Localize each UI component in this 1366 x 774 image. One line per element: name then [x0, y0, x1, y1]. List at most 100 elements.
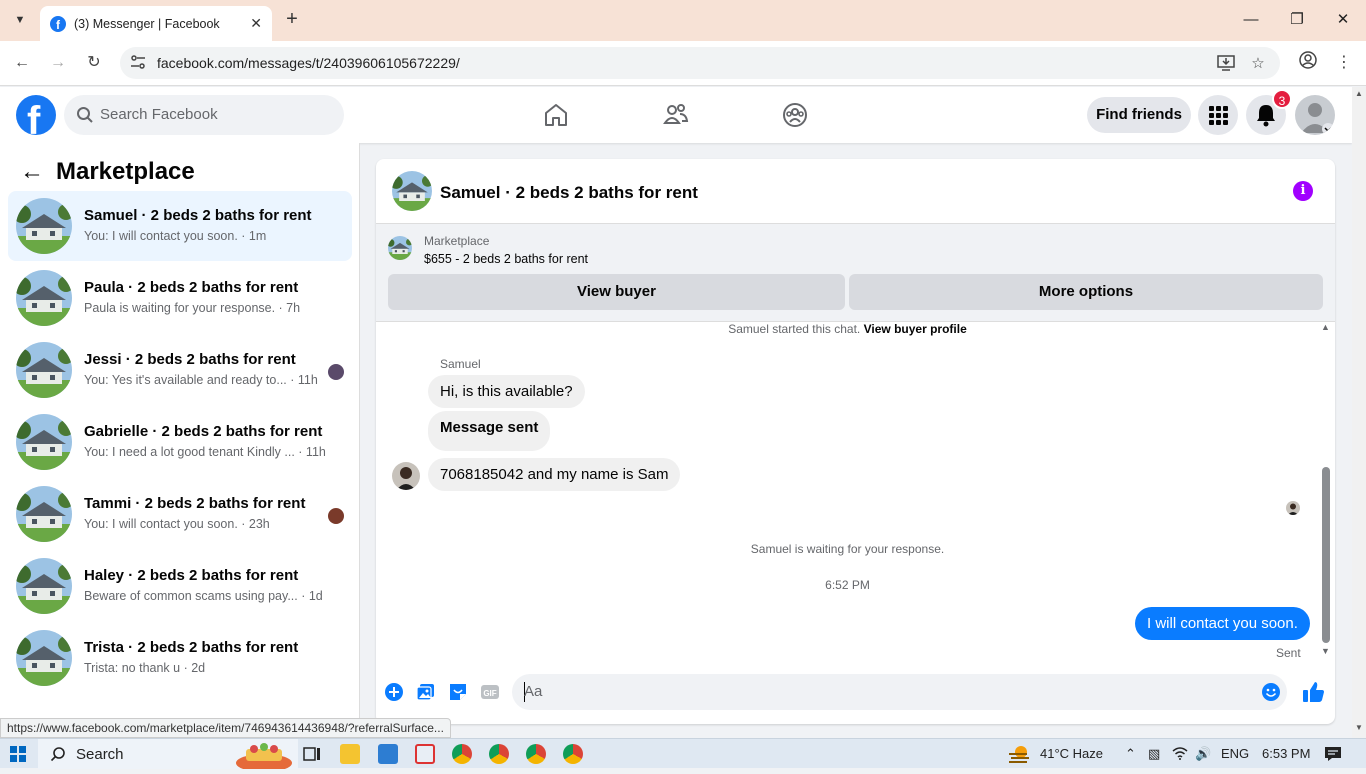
- conversation-snippet: You: Yes it's available and ready to... …: [84, 373, 318, 387]
- app-icon[interactable]: [378, 744, 398, 764]
- chat-header: Samuel · 2 beds 2 baths for rent i: [376, 159, 1335, 224]
- minimize-button[interactable]: —: [1236, 8, 1266, 32]
- seen-avatar: [328, 508, 344, 524]
- browser-tab-bar: ▼ f (3) Messenger | Facebook ✕ + — ❐ ✕: [0, 0, 1366, 41]
- restore-button[interactable]: ❐: [1282, 8, 1312, 32]
- omnibox[interactable]: facebook.com/messages/t/2403960610567222…: [120, 47, 1280, 79]
- view-buyer-profile-link[interactable]: View buyer profile: [864, 322, 967, 336]
- windows-start-icon[interactable]: [10, 746, 26, 762]
- scroll-down-icon[interactable]: ▼: [1321, 646, 1331, 656]
- reload-icon[interactable]: ↻: [82, 51, 106, 75]
- task-view-icon[interactable]: [302, 744, 322, 764]
- taskbar-search[interactable]: Search: [38, 739, 298, 772]
- svg-text:GIF: GIF: [483, 689, 496, 698]
- chrome-icon[interactable]: [563, 744, 583, 764]
- message-input[interactable]: Aa: [512, 674, 1287, 710]
- info-icon[interactable]: i: [1293, 181, 1313, 201]
- account-avatar[interactable]: [1295, 95, 1335, 135]
- thumbs-up-icon[interactable]: [1302, 680, 1326, 704]
- chat-panel: Samuel · 2 beds 2 baths for rent i Marke…: [376, 159, 1335, 724]
- conversation-name: Tammi · 2 beds 2 baths for rent: [84, 495, 306, 512]
- chrome-icon[interactable]: [489, 744, 509, 764]
- home-icon[interactable]: [542, 101, 570, 129]
- link-status-url: https://www.facebook.com/marketplace/ite…: [0, 718, 451, 738]
- gif-icon[interactable]: GIF: [480, 682, 500, 702]
- clock[interactable]: 6:53 PM: [1262, 746, 1310, 761]
- conversation-item[interactable]: Tammi · 2 beds 2 baths for rent You: I wi…: [8, 479, 352, 549]
- paint-icon[interactable]: [415, 744, 435, 764]
- volume-icon[interactable]: 🔊: [1195, 746, 1211, 762]
- install-app-icon[interactable]: [1216, 54, 1236, 74]
- conversation-snippet: You: I will contact you soon. · 23h: [84, 517, 270, 531]
- conversation-item[interactable]: Trista · 2 beds 2 baths for rent Trista: …: [8, 623, 352, 693]
- thread-scrollbar[interactable]: ▲ ▼: [1319, 322, 1333, 664]
- conversation-item[interactable]: Haley · 2 beds 2 baths for rent Beware of…: [8, 551, 352, 621]
- photo-icon[interactable]: [416, 682, 436, 702]
- show-hidden-icons[interactable]: ⌃: [1125, 746, 1136, 762]
- close-window-button[interactable]: ✕: [1328, 8, 1358, 32]
- weather-text[interactable]: 41°C Haze: [1040, 746, 1103, 761]
- find-friends-button[interactable]: Find friends: [1087, 97, 1191, 133]
- chat-title[interactable]: Samuel · 2 beds 2 baths for rent: [440, 183, 698, 203]
- notification-center-icon[interactable]: [1324, 746, 1342, 762]
- listing-small-thumbnail: [388, 236, 412, 260]
- message-status: Sent: [1276, 646, 1301, 660]
- my-message-bubble[interactable]: I will contact you soon.: [1135, 607, 1310, 640]
- tab-search-dropdown-icon[interactable]: ▼: [8, 8, 32, 32]
- conversation-item[interactable]: Samuel · 2 beds 2 baths for rent You: I w…: [8, 191, 352, 261]
- back-arrow-icon[interactable]: ←: [20, 158, 56, 186]
- bookmark-star-icon[interactable]: ☆: [1248, 54, 1268, 74]
- battery-icon[interactable]: ▧: [1148, 746, 1160, 762]
- seen-indicator-avatar: [1286, 501, 1300, 515]
- page-scroll-down-icon[interactable]: ▼: [1355, 723, 1363, 732]
- conversation-item[interactable]: Jessi · 2 beds 2 baths for rent You: Yes …: [8, 335, 352, 405]
- emoji-icon[interactable]: [1261, 682, 1281, 702]
- page-scroll-up-icon[interactable]: ▲: [1355, 89, 1363, 98]
- close-tab-icon[interactable]: ✕: [250, 15, 262, 32]
- plus-circle-icon[interactable]: [384, 682, 404, 702]
- listing-thumbnail: [16, 630, 72, 686]
- conversation-item[interactable]: Paula · 2 beds 2 baths for rent Paula is …: [8, 263, 352, 333]
- listing-thumbnail[interactable]: [392, 171, 432, 211]
- forward-icon[interactable]: →: [46, 51, 70, 75]
- wifi-icon[interactable]: [1172, 746, 1188, 763]
- facebook-header: f Search Facebook Find friends 3: [0, 87, 1352, 143]
- chat-started-notice: Samuel started this chat. View buyer pro…: [376, 322, 1327, 336]
- chrome-icon[interactable]: [452, 744, 472, 764]
- back-icon[interactable]: ←: [10, 51, 34, 75]
- view-buyer-button[interactable]: View buyer: [388, 274, 845, 310]
- menu-grid-button[interactable]: [1198, 95, 1238, 135]
- weather-haze-icon[interactable]: [1007, 744, 1031, 764]
- message-bubble[interactable]: Message sent: [428, 411, 551, 451]
- profile-icon[interactable]: [1296, 51, 1320, 75]
- address-bar: ← → ↻ facebook.com/messages/t/2403960610…: [0, 41, 1366, 86]
- chat-started-text: Samuel started this chat.: [728, 322, 861, 336]
- language-indicator[interactable]: ENG: [1221, 746, 1249, 761]
- listing-price-title[interactable]: $655 - 2 beds 2 baths for rent: [424, 252, 588, 266]
- scrollbar-thumb[interactable]: [1322, 467, 1330, 643]
- sticker-icon[interactable]: [448, 682, 468, 702]
- page-scrollbar[interactable]: ▲ ▼: [1352, 87, 1366, 738]
- facebook-logo-icon[interactable]: f: [16, 95, 56, 135]
- site-info-icon[interactable]: [130, 54, 148, 72]
- conversation-snippet: Beware of common scams using pay... · 1d: [84, 589, 323, 603]
- grid-icon: [1209, 106, 1228, 125]
- file-explorer-icon[interactable]: [340, 744, 360, 764]
- browser-menu-icon[interactable]: ⋮: [1332, 51, 1356, 75]
- timestamp: 6:52 PM: [825, 578, 870, 592]
- url-text[interactable]: facebook.com/messages/t/2403960610567222…: [157, 55, 460, 71]
- sender-name: Samuel: [440, 357, 481, 371]
- facebook-search-input[interactable]: Search Facebook: [64, 95, 344, 135]
- chrome-icon[interactable]: [526, 744, 546, 764]
- browser-tab[interactable]: f (3) Messenger | Facebook ✕: [40, 6, 272, 41]
- sender-avatar[interactable]: [392, 462, 420, 490]
- more-options-button[interactable]: More options: [849, 274, 1323, 310]
- new-tab-button[interactable]: +: [282, 8, 302, 32]
- friends-icon[interactable]: [662, 101, 690, 129]
- scroll-up-icon[interactable]: ▲: [1321, 322, 1331, 332]
- panel-title: Marketplace: [56, 158, 195, 185]
- groups-icon[interactable]: [781, 101, 809, 129]
- conversation-item[interactable]: Gabrielle · 2 beds 2 baths for rent You: …: [8, 407, 352, 477]
- message-bubble[interactable]: Hi, is this available?: [428, 375, 585, 408]
- message-bubble[interactable]: 7068185042 and my name is Sam: [428, 458, 681, 491]
